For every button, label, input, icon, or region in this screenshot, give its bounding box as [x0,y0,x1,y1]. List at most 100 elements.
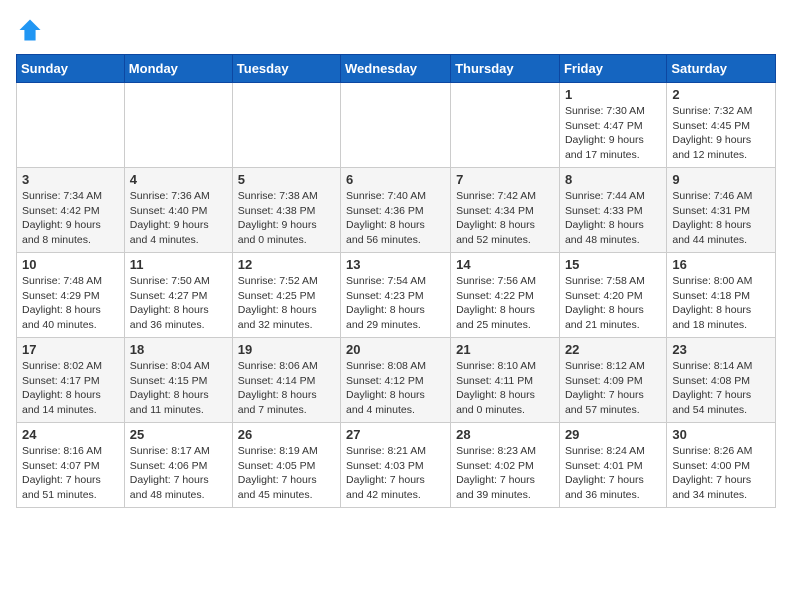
day-header-tuesday: Tuesday [232,55,340,83]
day-info: Sunrise: 8:04 AM Sunset: 4:15 PM Dayligh… [130,359,227,418]
day-cell: 4 Sunrise: 7:36 AM Sunset: 4:40 PM Daylig… [124,168,232,253]
day-number: 16 [672,257,770,272]
day-cell [17,83,125,168]
day-cell: 17 Sunrise: 8:02 AM Sunset: 4:17 PM Dayli… [17,338,125,423]
day-info: Sunrise: 8:00 AM Sunset: 4:18 PM Dayligh… [672,274,770,333]
day-info: Sunrise: 7:46 AM Sunset: 4:31 PM Dayligh… [672,189,770,248]
week-row-1: 1 Sunrise: 7:30 AM Sunset: 4:47 PM Daylig… [17,83,776,168]
day-number: 28 [456,427,554,442]
calendar: SundayMondayTuesdayWednesdayThursdayFrid… [16,54,776,508]
day-info: Sunrise: 8:08 AM Sunset: 4:12 PM Dayligh… [346,359,445,418]
day-info: Sunrise: 7:52 AM Sunset: 4:25 PM Dayligh… [238,274,335,333]
day-cell: 29 Sunrise: 8:24 AM Sunset: 4:01 PM Dayli… [559,423,666,508]
day-number: 23 [672,342,770,357]
day-info: Sunrise: 8:23 AM Sunset: 4:02 PM Dayligh… [456,444,554,503]
day-info: Sunrise: 8:14 AM Sunset: 4:08 PM Dayligh… [672,359,770,418]
day-number: 25 [130,427,227,442]
day-header-thursday: Thursday [451,55,560,83]
day-cell: 15 Sunrise: 7:58 AM Sunset: 4:20 PM Dayli… [559,253,666,338]
day-number: 7 [456,172,554,187]
day-number: 26 [238,427,335,442]
day-number: 5 [238,172,335,187]
day-header-friday: Friday [559,55,666,83]
day-cell: 26 Sunrise: 8:19 AM Sunset: 4:05 PM Dayli… [232,423,340,508]
day-info: Sunrise: 8:26 AM Sunset: 4:00 PM Dayligh… [672,444,770,503]
day-info: Sunrise: 8:12 AM Sunset: 4:09 PM Dayligh… [565,359,661,418]
day-cell: 9Sunrise: 7:46 AM Sunset: 4:31 PM Daylig… [667,168,776,253]
week-row-2: 3Sunrise: 7:34 AM Sunset: 4:42 PM Daylig… [17,168,776,253]
day-info: Sunrise: 7:30 AM Sunset: 4:47 PM Dayligh… [565,104,661,163]
day-cell: 19 Sunrise: 8:06 AM Sunset: 4:14 PM Dayli… [232,338,340,423]
calendar-header-row: SundayMondayTuesdayWednesdayThursdayFrid… [17,55,776,83]
day-info: Sunrise: 7:58 AM Sunset: 4:20 PM Dayligh… [565,274,661,333]
day-header-wednesday: Wednesday [341,55,451,83]
day-cell: 25 Sunrise: 8:17 AM Sunset: 4:06 PM Dayli… [124,423,232,508]
day-cell: 7 Sunrise: 7:42 AM Sunset: 4:34 PM Daylig… [451,168,560,253]
day-info: Sunrise: 8:06 AM Sunset: 4:14 PM Dayligh… [238,359,335,418]
day-number: 18 [130,342,227,357]
day-number: 20 [346,342,445,357]
week-row-3: 10 Sunrise: 7:48 AM Sunset: 4:29 PM Dayli… [17,253,776,338]
day-cell: 18 Sunrise: 8:04 AM Sunset: 4:15 PM Dayli… [124,338,232,423]
day-cell: 2 Sunrise: 7:32 AM Sunset: 4:45 PM Daylig… [667,83,776,168]
day-number: 1 [565,87,661,102]
day-info: Sunrise: 7:48 AM Sunset: 4:29 PM Dayligh… [22,274,119,333]
day-cell: 8 Sunrise: 7:44 AM Sunset: 4:33 PM Daylig… [559,168,666,253]
day-number: 6 [346,172,445,187]
day-cell [451,83,560,168]
day-info: Sunrise: 7:54 AM Sunset: 4:23 PM Dayligh… [346,274,445,333]
day-info: Sunrise: 7:34 AM Sunset: 4:42 PM Dayligh… [22,189,119,248]
day-info: Sunrise: 7:42 AM Sunset: 4:34 PM Dayligh… [456,189,554,248]
day-info: Sunrise: 7:44 AM Sunset: 4:33 PM Dayligh… [565,189,661,248]
day-number: 19 [238,342,335,357]
day-cell: 22 Sunrise: 8:12 AM Sunset: 4:09 PM Dayli… [559,338,666,423]
day-number: 22 [565,342,661,357]
day-cell: 24 Sunrise: 8:16 AM Sunset: 4:07 PM Dayli… [17,423,125,508]
day-info: Sunrise: 7:50 AM Sunset: 4:27 PM Dayligh… [130,274,227,333]
day-cell: 11 Sunrise: 7:50 AM Sunset: 4:27 PM Dayli… [124,253,232,338]
day-info: Sunrise: 7:38 AM Sunset: 4:38 PM Dayligh… [238,189,335,248]
day-info: Sunrise: 7:40 AM Sunset: 4:36 PM Dayligh… [346,189,445,248]
day-number: 17 [22,342,119,357]
day-number: 15 [565,257,661,272]
day-cell: 14Sunrise: 7:56 AM Sunset: 4:22 PM Dayli… [451,253,560,338]
day-cell [232,83,340,168]
day-cell [124,83,232,168]
day-info: Sunrise: 7:56 AM Sunset: 4:22 PM Dayligh… [456,274,554,333]
week-row-4: 17 Sunrise: 8:02 AM Sunset: 4:17 PM Dayli… [17,338,776,423]
day-info: Sunrise: 8:16 AM Sunset: 4:07 PM Dayligh… [22,444,119,503]
day-cell: 30Sunrise: 8:26 AM Sunset: 4:00 PM Dayli… [667,423,776,508]
day-info: Sunrise: 8:10 AM Sunset: 4:11 PM Dayligh… [456,359,554,418]
day-number: 11 [130,257,227,272]
day-number: 29 [565,427,661,442]
day-number: 8 [565,172,661,187]
day-number: 2 [672,87,770,102]
day-number: 21 [456,342,554,357]
day-cell: 23 Sunrise: 8:14 AM Sunset: 4:08 PM Dayli… [667,338,776,423]
day-header-saturday: Saturday [667,55,776,83]
day-cell: 13 Sunrise: 7:54 AM Sunset: 4:23 PM Dayli… [341,253,451,338]
day-cell: 10 Sunrise: 7:48 AM Sunset: 4:29 PM Dayli… [17,253,125,338]
day-info: Sunrise: 8:17 AM Sunset: 4:06 PM Dayligh… [130,444,227,503]
logo [16,16,48,44]
day-info: Sunrise: 8:02 AM Sunset: 4:17 PM Dayligh… [22,359,119,418]
day-number: 13 [346,257,445,272]
day-info: Sunrise: 7:32 AM Sunset: 4:45 PM Dayligh… [672,104,770,163]
day-info: Sunrise: 8:19 AM Sunset: 4:05 PM Dayligh… [238,444,335,503]
day-number: 27 [346,427,445,442]
day-number: 10 [22,257,119,272]
day-info: Sunrise: 7:36 AM Sunset: 4:40 PM Dayligh… [130,189,227,248]
page-header [16,16,776,44]
logo-icon [16,16,44,44]
day-cell: 20 Sunrise: 8:08 AM Sunset: 4:12 PM Dayli… [341,338,451,423]
day-cell: 12Sunrise: 7:52 AM Sunset: 4:25 PM Dayli… [232,253,340,338]
day-cell: 16 Sunrise: 8:00 AM Sunset: 4:18 PM Dayli… [667,253,776,338]
day-cell: 27Sunrise: 8:21 AM Sunset: 4:03 PM Dayli… [341,423,451,508]
day-number: 24 [22,427,119,442]
day-header-sunday: Sunday [17,55,125,83]
week-row-5: 24 Sunrise: 8:16 AM Sunset: 4:07 PM Dayli… [17,423,776,508]
day-info: Sunrise: 8:24 AM Sunset: 4:01 PM Dayligh… [565,444,661,503]
day-number: 4 [130,172,227,187]
day-cell: 28 Sunrise: 8:23 AM Sunset: 4:02 PM Dayli… [451,423,560,508]
day-cell: 6 Sunrise: 7:40 AM Sunset: 4:36 PM Daylig… [341,168,451,253]
